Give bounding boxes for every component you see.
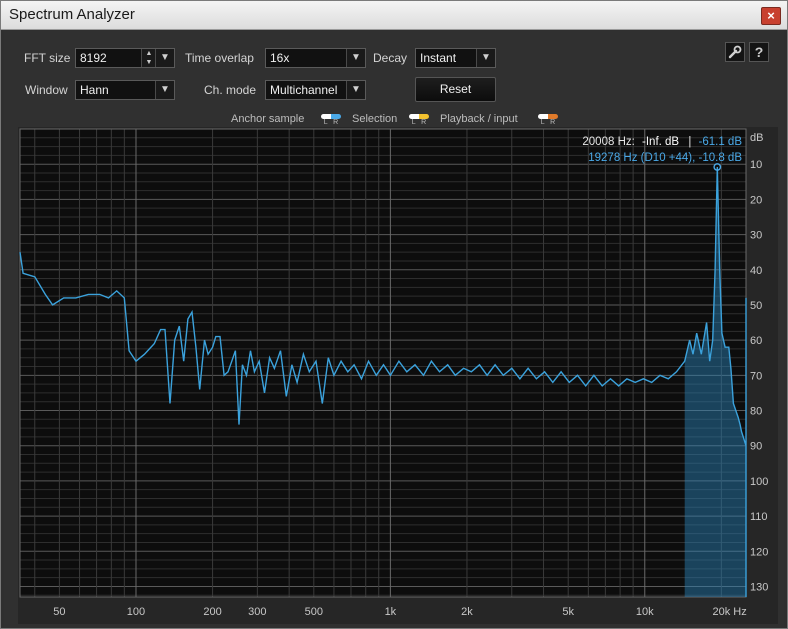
y-unit-label: dB [750, 132, 763, 144]
time-overlap-combo[interactable]: 16x ▼ [265, 48, 366, 68]
help-button[interactable]: ? [749, 42, 769, 62]
x-tick-label: 2k [461, 606, 473, 618]
chevron-down-icon[interactable]: ▼ [155, 81, 174, 99]
chevron-down-icon[interactable]: ▼ [346, 49, 365, 67]
close-button[interactable]: × [761, 7, 781, 25]
y-tick-label: 110 [750, 511, 768, 523]
y-tick-label: 80 [750, 406, 762, 418]
y-tick-label: 130 [750, 581, 768, 593]
x-tick-label: 200 [203, 606, 221, 618]
spectrum-analyzer-window: Spectrum Analyzer × FFT size 8192 ▲ ▼ ▼ T… [0, 0, 788, 629]
analyzer-panel: FFT size 8192 ▲ ▼ ▼ Time overlap 16x ▼ De… [4, 31, 784, 627]
x-tick-label: 100 [127, 606, 145, 618]
ch-mode-value: Multichannel [270, 83, 338, 97]
x-tick-label: 1k [385, 606, 397, 618]
lr-left: L [323, 119, 328, 126]
spin-up-icon[interactable]: ▲ [142, 49, 156, 58]
x-tick-label: 20k [712, 606, 730, 618]
y-tick-label: 10 [750, 159, 762, 171]
y-tick-label: 120 [750, 546, 768, 558]
readout-sep: | [688, 136, 691, 148]
x-tick-label: 500 [305, 606, 323, 618]
settings-button[interactable] [725, 42, 745, 62]
anchor-lr-swatch[interactable]: LR [321, 114, 341, 126]
decay-combo[interactable]: Instant ▼ [415, 48, 496, 68]
wrench-icon [728, 45, 742, 59]
readout-freq: 20008 Hz: [582, 136, 634, 148]
time-overlap-value: 16x [270, 51, 290, 65]
chevron-down-icon[interactable]: ▼ [476, 49, 495, 67]
playback-lr-swatch[interactable]: LR [538, 114, 558, 126]
lr-left: L [540, 119, 545, 126]
x-unit-label: Hz [733, 606, 746, 618]
ch-mode-label: Ch. mode [204, 83, 257, 97]
y-tick-label: 50 [750, 300, 762, 312]
y-tick-label: 100 [750, 476, 768, 488]
fft-size-spinner[interactable]: ▲ ▼ [141, 49, 156, 67]
y-tick-label: 60 [750, 335, 762, 347]
legend-playback-label: Playback / input [440, 113, 518, 125]
legend-selection-label: Selection [352, 113, 398, 125]
decay-label: Decay [373, 51, 408, 65]
selection-lr-swatch[interactable]: LR [409, 114, 429, 126]
readout-line1: 20008 Hz: -Inf. dB | -61.1 dB [582, 136, 742, 148]
y-tick-label: 40 [750, 265, 762, 277]
help-icon: ? [754, 44, 764, 60]
lr-left: L [411, 119, 416, 126]
lr-right: R [421, 119, 427, 126]
reset-button[interactable]: Reset [415, 77, 496, 102]
legend-anchor-label: Anchor sample [231, 113, 305, 125]
lr-right: R [550, 119, 556, 126]
fft-size-combo[interactable]: 8192 ▲ ▼ ▼ [75, 48, 175, 68]
window-label: Window [25, 83, 68, 97]
readout-left-db: -Inf. dB [642, 136, 679, 148]
readout-line2: 19278 Hz (D10 +44), -10.8 dB [588, 152, 742, 164]
window-function-value: Hann [80, 83, 109, 97]
fft-size-label: FFT size [24, 51, 71, 65]
x-tick-label: 300 [248, 606, 266, 618]
title-bar[interactable]: Spectrum Analyzer × [1, 1, 787, 30]
y-tick-label: 70 [750, 370, 762, 382]
lr-right: R [333, 119, 339, 126]
spin-down-icon[interactable]: ▼ [142, 58, 156, 67]
chevron-down-icon[interactable]: ▼ [346, 81, 365, 99]
x-tick-label: 50 [53, 606, 65, 618]
x-tick-label: 5k [562, 606, 574, 618]
time-overlap-label: Time overlap [185, 51, 254, 65]
x-tick-label: 10k [636, 606, 654, 618]
spectrum-plot[interactable]: dB 10 20 30 40 50 60 70 80 90 100 110 120 130 50 100 20… [18, 127, 778, 624]
chevron-down-icon[interactable]: ▼ [155, 49, 174, 67]
ch-mode-combo[interactable]: Multichannel ▼ [265, 80, 366, 100]
readout-right-db: -61.1 dB [699, 136, 743, 148]
window-title: Spectrum Analyzer [9, 6, 135, 23]
window-function-combo[interactable]: Hann ▼ [75, 80, 175, 100]
y-tick-label: 30 [750, 230, 762, 242]
decay-value: Instant [420, 51, 457, 65]
fft-size-value: 8192 [80, 51, 107, 65]
y-tick-label: 20 [750, 194, 762, 206]
y-tick-label: 90 [750, 441, 762, 453]
